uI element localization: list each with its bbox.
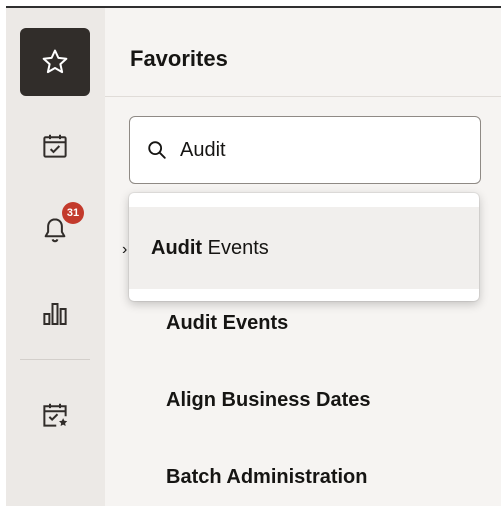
favorite-item-batch-administration[interactable]: Batch Administration [166, 466, 368, 489]
search-suggestions-dropdown: Audit Events [129, 193, 479, 301]
rail-favorites-button[interactable] [20, 28, 90, 96]
bar-chart-icon [43, 303, 67, 325]
panel-title: Favorites [130, 46, 228, 71]
search-icon [148, 141, 166, 159]
rail-reports-button[interactable] [20, 280, 90, 348]
favorite-item-audit-events[interactable]: Audit Events [166, 312, 288, 335]
rail-tasks-button[interactable] [20, 112, 90, 180]
search-input[interactable] [180, 138, 430, 162]
search-field[interactable] [129, 116, 481, 184]
panel-divider [105, 96, 501, 97]
calendar-check-icon [43, 134, 67, 158]
rail-divider [20, 359, 90, 360]
app-window: 31 Favorites Audit › Audit Events Align … [6, 6, 501, 506]
rail-notifications-button[interactable]: 31 [20, 196, 90, 264]
suggestion-item-audit-events[interactable]: Audit Events [129, 207, 479, 289]
rail-favorite-tasks-button[interactable] [20, 381, 90, 449]
notification-count-badge: 31 [62, 202, 84, 224]
navigation-rail: 31 [6, 8, 105, 506]
star-icon [42, 49, 68, 74]
collapse-caret-icon[interactable]: › [122, 241, 127, 259]
suggestion-match-text: Audit [151, 236, 203, 259]
calendar-star-icon [43, 403, 68, 427]
suggestion-rest-text: Events [202, 236, 269, 259]
favorite-item-align-business-dates[interactable]: Align Business Dates [166, 389, 371, 412]
